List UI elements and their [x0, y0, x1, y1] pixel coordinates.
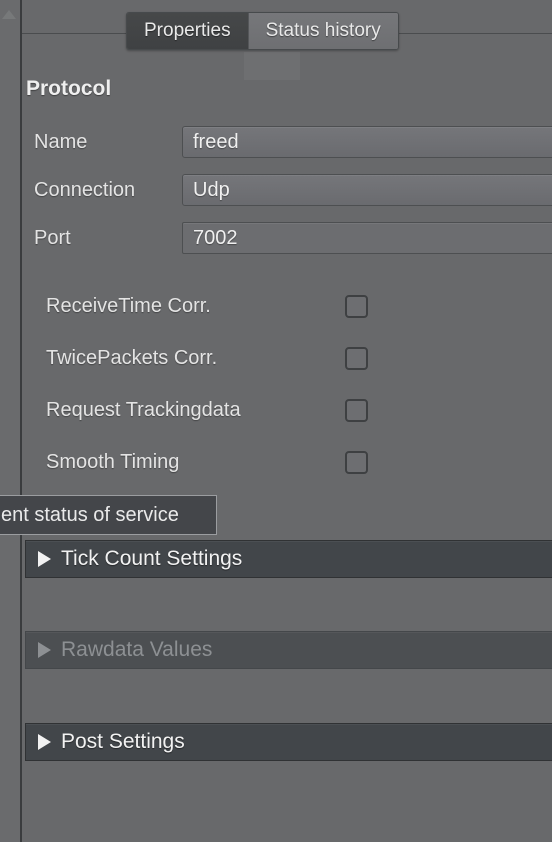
section-title-post-settings: Post Settings: [61, 730, 185, 753]
tab-bar: Properties Status history: [22, 0, 552, 52]
section-header-tick-count-settings[interactable]: Tick Count Settings: [25, 540, 552, 578]
collapse-arrow-icon[interactable]: [2, 10, 16, 19]
checkbox-receivetime-corr[interactable]: [345, 295, 368, 318]
triangle-right-icon: [38, 551, 51, 567]
checkbox-row-receivetime-corr: ReceiveTime Corr.: [22, 292, 552, 320]
checkbox-request-trackingdata[interactable]: [345, 399, 368, 422]
tab-shadow-region: [244, 52, 300, 80]
section-header-post-settings[interactable]: Post Settings: [25, 723, 552, 761]
form-row-port: Port 7002: [22, 222, 552, 254]
form-row-name: Name freed: [22, 126, 552, 158]
tab-status-history[interactable]: Status history: [247, 13, 398, 49]
triangle-right-icon: [38, 642, 51, 658]
textbox-port-value: 7002: [193, 227, 238, 249]
checkbox-label-twicepackets-corr: TwicePackets Corr.: [46, 347, 218, 369]
triangle-right-icon: [38, 734, 51, 750]
tooltip-text: ent status of service: [1, 504, 179, 526]
label-name: Name: [34, 131, 88, 153]
section-title-tick-count-settings: Tick Count Settings: [61, 547, 243, 570]
label-port: Port: [34, 227, 71, 249]
group-heading-protocol: Protocol: [26, 77, 112, 100]
tab-group: Properties Status history: [126, 12, 399, 50]
textbox-port[interactable]: 7002: [182, 222, 552, 254]
combobox-connection[interactable]: Udp: [182, 174, 552, 206]
checkbox-row-twicepackets-corr: TwicePackets Corr.: [22, 344, 552, 372]
section-header-rawdata-values: Rawdata Values: [25, 631, 552, 669]
tooltip: ent status of service: [0, 495, 217, 535]
combobox-name-value: freed: [193, 131, 239, 153]
form-row-connection: Connection Udp: [22, 174, 552, 206]
checkbox-label-smooth-timing: Smooth Timing: [46, 451, 180, 473]
combobox-name[interactable]: freed: [182, 126, 552, 158]
checkbox-smooth-timing[interactable]: [345, 451, 368, 474]
checkbox-label-request-trackingdata: Request Trackingdata: [46, 399, 241, 421]
combobox-connection-value: Udp: [193, 179, 230, 201]
section-title-rawdata-values: Rawdata Values: [61, 638, 213, 661]
checkbox-row-request-trackingdata: Request Trackingdata: [22, 396, 552, 424]
label-connection: Connection: [34, 179, 136, 201]
panel-left-gutter: [0, 0, 20, 842]
tab-properties[interactable]: Properties: [127, 13, 248, 49]
checkbox-twicepackets-corr[interactable]: [345, 347, 368, 370]
checkbox-row-smooth-timing: Smooth Timing: [22, 448, 552, 476]
checkbox-label-receivetime-corr: ReceiveTime Corr.: [46, 295, 211, 317]
